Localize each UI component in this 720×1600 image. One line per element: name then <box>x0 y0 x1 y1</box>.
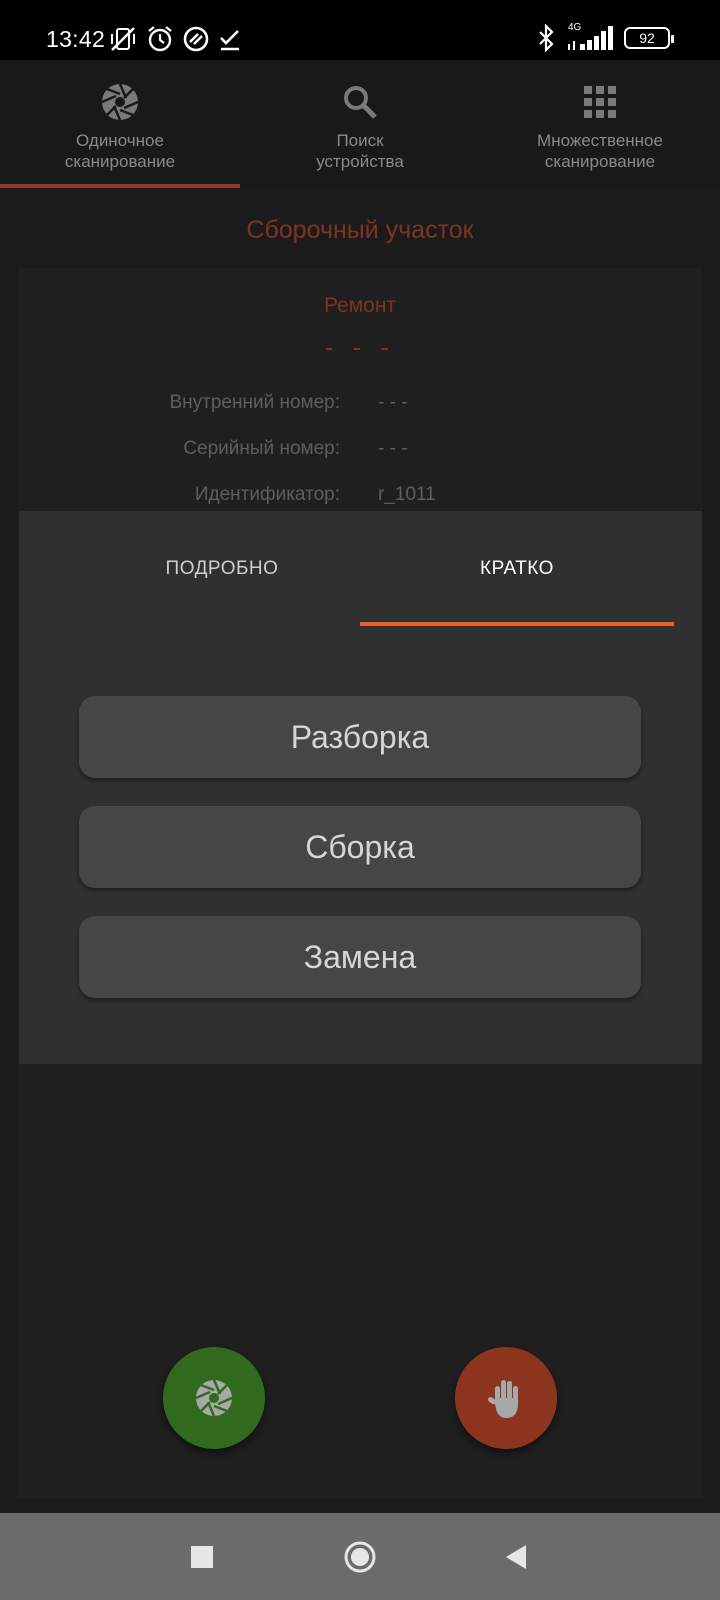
vibrate-off-icon <box>111 27 135 51</box>
signal-icon <box>568 26 613 50</box>
info-value: - - - <box>378 438 408 459</box>
alarm-icon <box>148 26 172 52</box>
recents-icon <box>191 1545 213 1568</box>
home-button[interactable] <box>320 1513 400 1600</box>
system-nav-bar <box>0 1513 720 1600</box>
top-tab-bar: Одиночное сканирование Поиск устройства … <box>0 60 720 190</box>
tab-multi-scan-label: Множественное сканирование <box>537 131 663 171</box>
replacement-button[interactable]: Замена <box>79 916 641 998</box>
info-value: - - - <box>378 392 408 413</box>
recents-button[interactable] <box>162 1513 242 1600</box>
status-left-icons <box>108 24 242 54</box>
check-icon <box>220 30 239 51</box>
grid-icon <box>584 86 616 118</box>
stop-fab[interactable] <box>455 1347 557 1449</box>
shutter-icon <box>195 1379 233 1417</box>
tab-multi-scan[interactable]: Множественное сканирование <box>480 60 720 190</box>
tab-indicator <box>360 622 674 626</box>
tab-device-search[interactable]: Поиск устройства <box>240 60 480 190</box>
home-icon <box>344 1541 376 1572</box>
shutter-icon <box>101 83 139 121</box>
card-title: Ремонт <box>323 294 397 317</box>
tab-detailed[interactable]: ПОДРОБНО <box>65 511 379 627</box>
tab-brief[interactable]: КРАТКО <box>360 511 674 627</box>
sync-icon <box>183 26 209 52</box>
section-title: Сборочный участок <box>246 216 474 244</box>
scan-fab[interactable] <box>163 1347 265 1449</box>
info-label: Внутренний номер: <box>169 392 340 413</box>
back-button[interactable] <box>476 1513 556 1600</box>
status-time: 13:42 <box>46 26 106 52</box>
tab-single-scan-label: Одиночное сканирование <box>64 131 176 171</box>
info-label: Идентификатор: <box>194 484 340 505</box>
back-icon <box>506 1544 526 1569</box>
search-icon <box>344 86 377 119</box>
status-bar: 13:42 4G 92 <box>0 0 720 60</box>
battery-indicator: 92 <box>624 27 674 49</box>
signal-indicator: 4G <box>566 22 614 52</box>
hand-icon <box>487 1380 518 1418</box>
card-status-dash: - - - <box>324 332 396 362</box>
info-label: Серийный номер: <box>183 438 340 459</box>
tab-device-search-label: Поиск устройства <box>316 131 404 171</box>
battery-level: 92 <box>639 30 655 46</box>
bluetooth-icon <box>539 24 554 52</box>
disassembly-button[interactable]: Разборка <box>79 696 641 778</box>
info-value: r_1011 <box>378 484 436 505</box>
status-right-icons: 4G 92 <box>536 22 674 52</box>
assembly-button[interactable]: Сборка <box>79 806 641 888</box>
action-dialog: ПОДРОБНО КРАТКО Разборка Сборка Замена <box>19 511 702 1064</box>
tab-single-scan[interactable]: Одиночное сканирование <box>0 60 240 190</box>
dialog-tab-bar: ПОДРОБНО КРАТКО <box>19 511 702 627</box>
